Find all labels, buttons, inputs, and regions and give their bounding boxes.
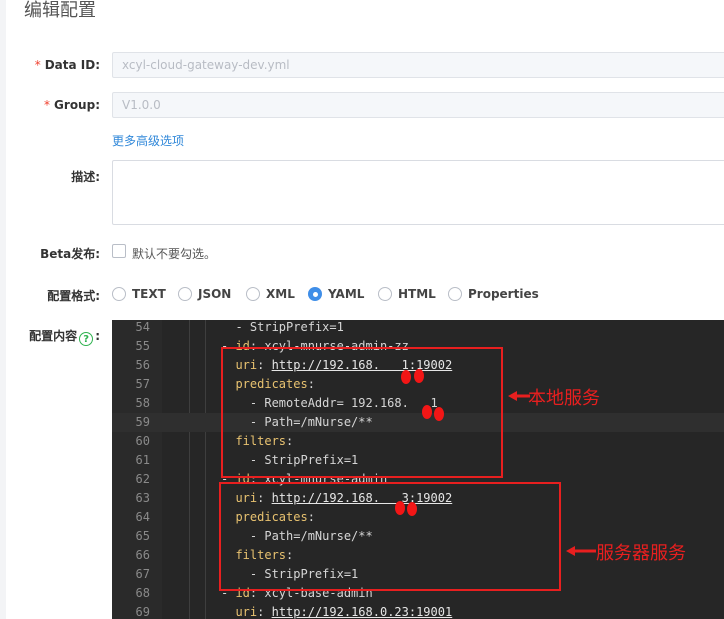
format-radio-properties[interactable]: Properties [448,285,539,303]
radio-circle [178,287,192,301]
format-radio-text[interactable]: TEXT [112,285,166,303]
annotation-box-server [219,482,561,591]
line-number: 58 [135,396,150,410]
radio-circle [378,287,392,301]
line-number: 65 [135,529,150,543]
required-mark: * [34,58,41,72]
content-label: 配置内容?: [29,329,100,346]
required-mark: * [44,98,51,112]
code-text: - StripPrefix=1 [235,320,344,334]
format-radio-xml[interactable]: XML [246,285,295,303]
line-number: 57 [135,377,150,391]
beta-checkbox[interactable] [112,244,126,258]
beta-label: Beta发布: [40,247,100,261]
advanced-options-link[interactable]: 更多高级选项 [112,132,184,149]
format-radio-json[interactable]: JSON [178,285,231,303]
line-number: 68 [135,586,150,600]
beta-hint: 默认不要勾选。 [132,247,217,261]
description-textarea[interactable] [112,160,724,225]
left-strip [0,0,6,619]
radio-circle-selected [308,287,322,301]
line-number: 55 [135,339,150,353]
line-number: 67 [135,567,150,581]
line-number: 60 [135,434,150,448]
line-number: 54 [135,320,150,334]
annotation-server-label: 服务器服务 [596,543,686,564]
help-icon[interactable]: ? [79,332,94,346]
radio-circle [112,287,126,301]
arrow-icon [566,546,596,556]
description-label: 描述: [71,170,100,184]
format-label: 配置格式: [47,289,100,303]
line-number: 69 [135,605,150,619]
format-radio-html[interactable]: HTML [378,285,436,303]
line-number: 63 [135,491,150,505]
radio-circle [448,287,462,301]
code-line[interactable]: 69 uri: http://192.168.0.23:19001 [112,603,724,619]
group-label: * Group: [44,98,100,112]
annotation-box-local [221,347,503,478]
line-number: 62 [135,472,150,486]
line-number: 61 [135,453,150,467]
line-number: 56 [135,358,150,372]
line-number: 66 [135,548,150,562]
data-id-label: * Data ID: [34,58,100,72]
arrow-icon [508,391,530,401]
code-text: uri: http://192.168.0.23:19001 [235,605,453,619]
data-id-input[interactable]: xcyl-cloud-gateway-dev.yml [112,52,724,78]
line-number: 64 [135,510,150,524]
line-number: 59 [135,415,150,429]
code-line[interactable]: 54 - StripPrefix=1 [112,320,724,337]
radio-circle [246,287,260,301]
format-radio-yaml[interactable]: YAML [308,285,364,303]
page-title: 编辑配置 [24,0,96,21]
annotation-local-label: 本地服务 [528,388,600,409]
group-input[interactable]: V1.0.0 [112,92,724,118]
